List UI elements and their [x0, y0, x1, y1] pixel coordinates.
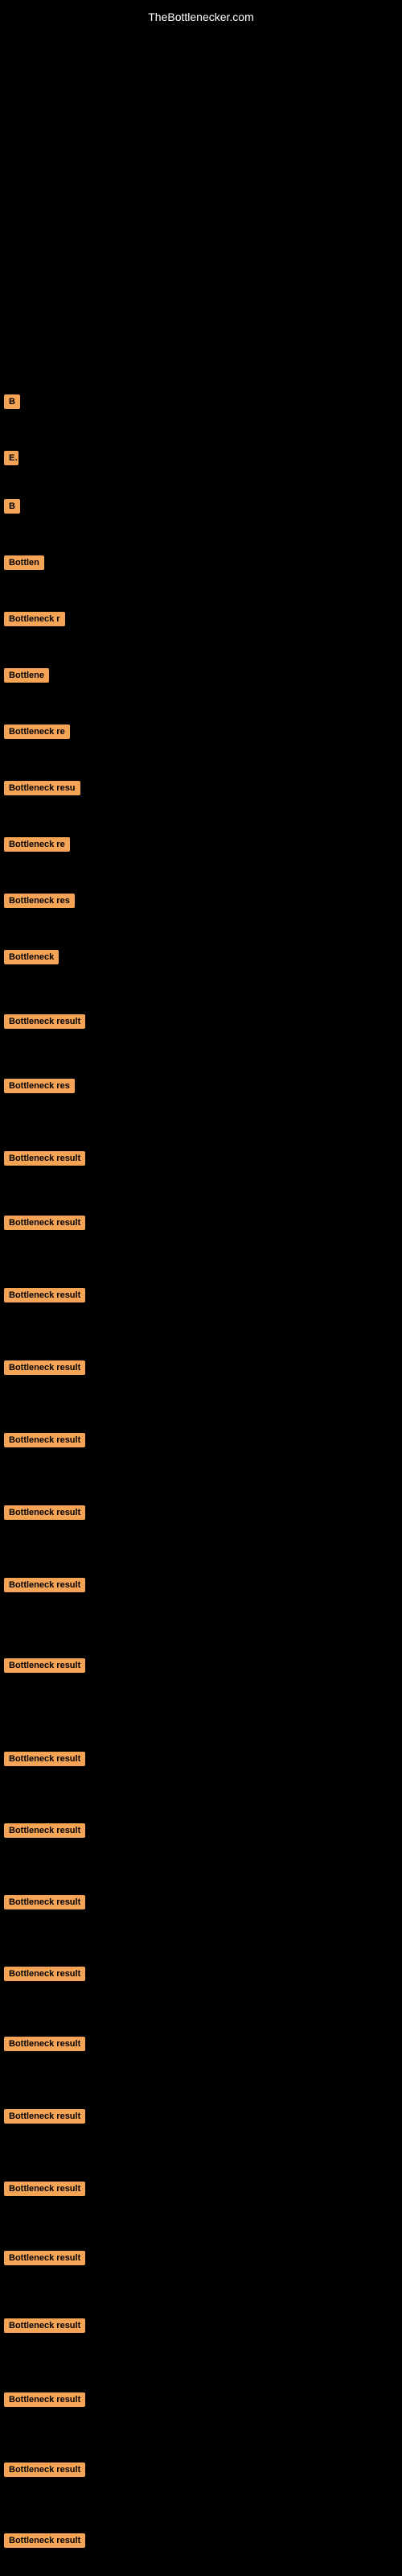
bottleneck-result-badge[interactable]: Bottleneck result: [4, 2251, 85, 2265]
bottleneck-result-container: Bottlen: [4, 555, 44, 574]
bottleneck-result-container: Bottleneck re: [4, 837, 70, 856]
bottleneck-result-badge[interactable]: B: [4, 499, 20, 514]
bottleneck-result-badge[interactable]: B: [4, 394, 20, 409]
bottleneck-result-container: Bottleneck result: [4, 2182, 85, 2200]
bottleneck-result-container: Bottleneck result: [4, 1752, 85, 1770]
bottleneck-result-container: Bottleneck result: [4, 2533, 85, 2552]
bottleneck-result-container: Bottleneck result: [4, 1014, 85, 1033]
bottleneck-result-badge[interactable]: Bottleneck result: [4, 1216, 85, 1230]
bottleneck-result-badge[interactable]: Bottleneck re: [4, 837, 70, 852]
bottleneck-result-badge[interactable]: Bottleneck result: [4, 1752, 85, 1766]
bottleneck-result-badge[interactable]: E: [4, 451, 18, 465]
bottleneck-result-container: Bottleneck res: [4, 1079, 75, 1097]
bottleneck-result-container: B: [4, 499, 20, 518]
bottleneck-result-badge[interactable]: Bottleneck re: [4, 724, 70, 739]
bottleneck-result-container: Bottleneck result: [4, 1967, 85, 1985]
bottleneck-result-badge[interactable]: Bottleneck result: [4, 2037, 85, 2051]
bottleneck-result-container: Bottleneck result: [4, 2462, 85, 2481]
bottleneck-result-badge[interactable]: Bottlene: [4, 668, 49, 683]
bottleneck-result-badge[interactable]: Bottleneck r: [4, 612, 65, 626]
bottleneck-result-container: Bottleneck result: [4, 1288, 85, 1307]
bottleneck-result-container: Bottleneck result: [4, 1658, 85, 1677]
bottleneck-result-container: Bottlene: [4, 668, 49, 687]
bottleneck-result-badge[interactable]: Bottleneck result: [4, 1360, 85, 1375]
bottleneck-result-badge[interactable]: Bottleneck result: [4, 2533, 85, 2548]
site-title: TheBottlenecker.com: [0, 4, 402, 30]
bottleneck-result-container: Bottleneck result: [4, 1823, 85, 1842]
bottleneck-result-badge[interactable]: Bottleneck result: [4, 1658, 85, 1673]
bottleneck-result-badge[interactable]: Bottleneck result: [4, 1895, 85, 1909]
bottleneck-result-container: Bottleneck: [4, 950, 59, 968]
bottleneck-result-badge[interactable]: Bottlen: [4, 555, 44, 570]
bottleneck-result-container: Bottleneck result: [4, 1895, 85, 1913]
bottleneck-result-badge[interactable]: Bottleneck result: [4, 1014, 85, 1029]
bottleneck-result-badge[interactable]: Bottleneck result: [4, 1967, 85, 1981]
bottleneck-result-container: Bottleneck re: [4, 724, 70, 743]
bottleneck-result-container: Bottleneck r: [4, 612, 65, 630]
bottleneck-result-container: Bottleneck result: [4, 2109, 85, 2128]
bottleneck-result-container: Bottleneck result: [4, 1216, 85, 1234]
bottleneck-result-container: Bottleneck resu: [4, 781, 80, 799]
bottleneck-result-container: Bottleneck result: [4, 1433, 85, 1451]
bottleneck-result-badge[interactable]: Bottleneck resu: [4, 781, 80, 795]
bottleneck-result-badge[interactable]: Bottleneck result: [4, 2109, 85, 2124]
bottleneck-result-container: Bottleneck result: [4, 1578, 85, 1596]
bottleneck-result-badge[interactable]: Bottleneck result: [4, 2182, 85, 2196]
bottleneck-result-badge[interactable]: Bottleneck result: [4, 1505, 85, 1520]
bottleneck-result-badge[interactable]: Bottleneck result: [4, 1151, 85, 1166]
bottleneck-result-badge[interactable]: Bottleneck result: [4, 2318, 85, 2333]
bottleneck-result-badge[interactable]: Bottleneck res: [4, 894, 75, 908]
bottleneck-result-container: E: [4, 451, 18, 469]
bottleneck-result-container: Bottleneck result: [4, 2037, 85, 2055]
bottleneck-result-badge[interactable]: Bottleneck result: [4, 1288, 85, 1302]
bottleneck-result-container: Bottleneck res: [4, 894, 75, 912]
bottleneck-result-badge[interactable]: Bottleneck res: [4, 1079, 75, 1093]
bottleneck-result-badge[interactable]: Bottleneck result: [4, 1823, 85, 1838]
bottleneck-result-container: Bottleneck result: [4, 1505, 85, 1524]
bottleneck-result-badge[interactable]: Bottleneck result: [4, 1433, 85, 1447]
bottleneck-result-badge[interactable]: Bottleneck result: [4, 1578, 85, 1592]
bottleneck-result-container: Bottleneck result: [4, 2251, 85, 2269]
bottleneck-result-badge[interactable]: Bottleneck result: [4, 2462, 85, 2477]
bottleneck-result-container: Bottleneck result: [4, 1360, 85, 1379]
bottleneck-result-container: B: [4, 394, 20, 413]
bottleneck-result-badge[interactable]: Bottleneck: [4, 950, 59, 964]
bottleneck-result-container: Bottleneck result: [4, 2318, 85, 2337]
bottleneck-result-container: Bottleneck result: [4, 1151, 85, 1170]
bottleneck-result-container: Bottleneck result: [4, 2392, 85, 2411]
bottleneck-result-badge[interactable]: Bottleneck result: [4, 2392, 85, 2407]
